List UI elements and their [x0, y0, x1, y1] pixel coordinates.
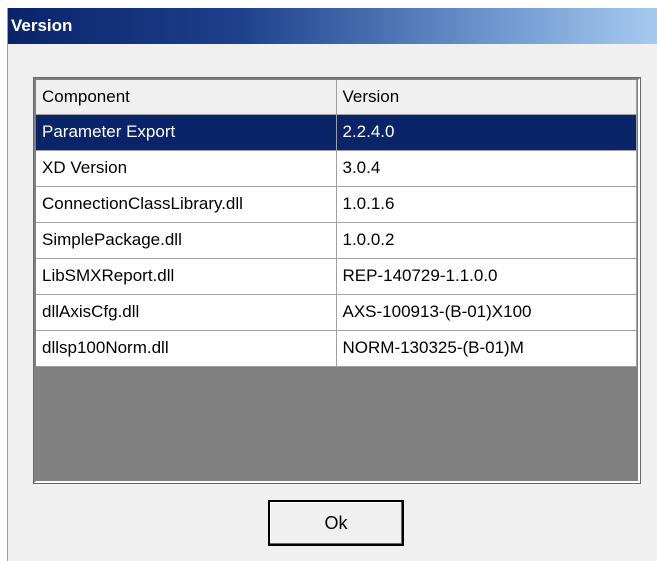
table-row[interactable]: dllsp100Norm.dll NORM-130325-(B-01)M — [36, 330, 637, 367]
component-cell[interactable]: dllsp100Norm.dll — [36, 330, 337, 367]
table-row[interactable]: ConnectionClassLibrary.dll 1.0.1.6 — [36, 186, 637, 223]
header-row: Component Version — [36, 80, 637, 115]
table-row[interactable]: XD Version 3.0.4 — [36, 150, 637, 187]
component-cell[interactable]: ConnectionClassLibrary.dll — [36, 186, 337, 223]
column-header-version[interactable]: Version — [336, 80, 637, 115]
table-row[interactable]: dllAxisCfg.dll AXS-100913-(B-01)X100 — [36, 294, 637, 331]
table-row[interactable]: SimplePackage.dll 1.0.0.2 — [36, 222, 637, 259]
title-bar[interactable]: Version — [8, 8, 657, 44]
table-row[interactable]: Parameter Export 2.2.4.0 — [36, 114, 637, 151]
version-cell[interactable]: 1.0.1.6 — [336, 186, 637, 223]
component-cell[interactable]: Parameter Export — [36, 114, 337, 151]
component-cell[interactable]: dllAxisCfg.dll — [36, 294, 337, 331]
version-dialog: Version Component Version Parameter Expo… — [7, 8, 657, 561]
component-cell[interactable]: XD Version — [36, 150, 337, 187]
column-header-component[interactable]: Component — [36, 80, 337, 115]
component-cell[interactable]: SimplePackage.dll — [36, 222, 337, 259]
component-cell[interactable]: LibSMXReport.dll — [36, 258, 337, 295]
version-cell[interactable]: REP-140729-1.1.0.0 — [336, 258, 637, 295]
version-grid[interactable]: Component Version Parameter Export 2.2.4… — [33, 77, 641, 484]
window-title: Version — [11, 16, 73, 35]
version-table: Component Version Parameter Export 2.2.4… — [36, 80, 637, 367]
ok-button[interactable]: Ok — [268, 500, 404, 546]
table-row[interactable]: LibSMXReport.dll REP-140729-1.1.0.0 — [36, 258, 637, 295]
version-cell[interactable]: 2.2.4.0 — [336, 114, 637, 151]
version-cell[interactable]: 1.0.0.2 — [336, 222, 637, 259]
version-cell[interactable]: AXS-100913-(B-01)X100 — [336, 294, 637, 331]
version-cell[interactable]: 3.0.4 — [336, 150, 637, 187]
version-cell[interactable]: NORM-130325-(B-01)M — [336, 330, 637, 367]
